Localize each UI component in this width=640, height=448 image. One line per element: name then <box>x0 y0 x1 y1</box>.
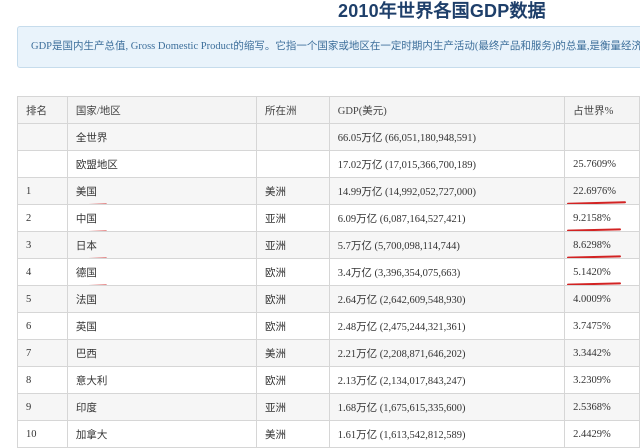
page-title: 2010年世界各国GDP数据 <box>338 1 546 21</box>
gdp-cell: 2.13万亿 (2,134,017,843,247) <box>328 366 566 394</box>
red-underline-mark: 8.6298% <box>573 239 611 251</box>
red-underline-mark: 9.2158% <box>573 212 611 224</box>
rank-cell: 10 <box>17 420 68 448</box>
rank-cell: 2 <box>17 204 68 232</box>
share-cell: 22.6976% <box>564 177 640 205</box>
continent-cell <box>255 123 330 151</box>
table-row: 全世界 66.05万亿 (66,051,180,948,591) <box>17 123 640 151</box>
share-cell: 8.6298% <box>564 231 640 259</box>
info-box: GDP是国内生产总值, Gross Domestic Product的缩写。它指… <box>17 26 640 68</box>
continent-cell: 美洲 <box>255 177 330 205</box>
red-underline-mark: 22.6976% <box>573 185 617 197</box>
table-row: 5 法国 欧洲 2.64万亿 (2,642,609,548,930) 4.0009% <box>17 285 640 313</box>
continent-cell: 欧洲 <box>255 258 330 286</box>
table-row: 9 印度 亚洲 1.68万亿 (1,675,615,335,600) 2.5368% <box>17 393 640 421</box>
red-underline-mark: 中国 <box>76 211 97 226</box>
continent-cell: 美洲 <box>255 339 330 367</box>
info-text: GDP是国内生产总值, Gross Domestic Product的缩写。它指… <box>31 41 640 52</box>
red-underline-mark: 5.1420% <box>573 266 611 278</box>
share-cell: 2.4429% <box>564 420 640 448</box>
continent-cell: 亚洲 <box>255 204 330 232</box>
share-cell: 3.7475% <box>564 312 640 340</box>
red-underline-mark: 德国 <box>76 265 97 280</box>
rank-cell: 4 <box>17 258 68 286</box>
gdp-cell: 17.02万亿 (17,015,366,700,189) <box>328 150 566 178</box>
continent-cell: 欧洲 <box>255 312 330 340</box>
share-cell <box>564 123 640 151</box>
header-rank: 排名 <box>17 96 68 124</box>
rank-cell: 3 <box>17 231 68 259</box>
table-row: 1 美国 美洲 14.99万亿 (14,992,052,727,000) 22.6976… <box>17 177 640 205</box>
rank-cell: 5 <box>17 285 68 313</box>
table-row: 欧盟地区 17.02万亿 (17,015,366,700,189) 25.7609% <box>17 150 640 178</box>
table-row: 3 日本 亚洲 5.7万亿 (5,700,098,114,744) 8.6298% <box>17 231 640 259</box>
red-underline-mark: 日本 <box>76 238 97 253</box>
country-cell: 中国 <box>66 204 257 232</box>
gdp-cell: 2.48万亿 (2,475,244,321,361) <box>328 312 566 340</box>
gdp-cell: 1.68万亿 (1,675,615,335,600) <box>328 393 566 421</box>
rank-cell: 9 <box>17 393 68 421</box>
continent-cell: 美洲 <box>255 420 330 448</box>
table-row: 6 英国 欧洲 2.48万亿 (2,475,244,321,361) 3.7475% <box>17 312 640 340</box>
gdp-cell: 1.61万亿 (1,613,542,812,589) <box>328 420 566 448</box>
rank-cell: 6 <box>17 312 68 340</box>
table-body: 全世界 66.05万亿 (66,051,180,948,591) 欧盟地区 17.02… <box>17 123 640 448</box>
country-cell: 美国 <box>66 177 257 205</box>
header-country: 国家/地区 <box>66 96 257 124</box>
country-cell: 加拿大 <box>66 420 257 448</box>
continent-cell: 亚洲 <box>255 231 330 259</box>
continent-cell: 亚洲 <box>255 393 330 421</box>
gdp-cell: 2.21万亿 (2,208,871,646,202) <box>328 339 566 367</box>
share-cell: 9.2158% <box>564 204 640 232</box>
continent-cell <box>255 150 330 178</box>
continent-cell: 欧洲 <box>255 285 330 313</box>
country-cell: 巴西 <box>66 339 257 367</box>
gdp-cell: 3.4万亿 (3,396,354,075,663) <box>328 258 566 286</box>
country-cell: 全世界 <box>66 123 257 151</box>
gdp-cell: 66.05万亿 (66,051,180,948,591) <box>328 123 566 151</box>
country-cell: 法国 <box>66 285 257 313</box>
table-row: 8 意大利 欧洲 2.13万亿 (2,134,017,843,247) 3.2309% <box>17 366 640 394</box>
country-cell: 印度 <box>66 393 257 421</box>
share-cell: 25.7609% <box>564 150 640 178</box>
gdp-cell: 14.99万亿 (14,992,052,727,000) <box>328 177 566 205</box>
gdp-cell: 6.09万亿 (6,087,164,527,421) <box>328 204 566 232</box>
rank-cell: 7 <box>17 339 68 367</box>
share-cell: 2.5368% <box>564 393 640 421</box>
country-cell: 意大利 <box>66 366 257 394</box>
continent-cell: 欧洲 <box>255 366 330 394</box>
table-row: 7 巴西 美洲 2.21万亿 (2,208,871,646,202) 3.3442% <box>17 339 640 367</box>
table-header-row: 排名 国家/地区 所在洲 GDP(美元) 占世界% <box>17 96 640 124</box>
table-row: 10 加拿大 美洲 1.61万亿 (1,613,542,812,589) 2.4429% <box>17 420 640 448</box>
rank-cell <box>17 123 68 151</box>
gdp-table: 排名 国家/地区 所在洲 GDP(美元) 占世界% 全世界 66.05万亿 (66… <box>17 96 640 448</box>
rank-cell: 8 <box>17 366 68 394</box>
header-gdp: GDP(美元) <box>328 96 566 124</box>
red-underline-mark: 美国 <box>76 184 97 199</box>
header-continent: 所在洲 <box>255 96 330 124</box>
country-cell: 德国 <box>66 258 257 286</box>
table-row: 2 中国 亚洲 6.09万亿 (6,087,164,527,421) 9.2158% <box>17 204 640 232</box>
share-cell: 4.0009% <box>564 285 640 313</box>
share-cell: 3.3442% <box>564 339 640 367</box>
gdp-cell: 2.64万亿 (2,642,609,548,930) <box>328 285 566 313</box>
country-cell: 日本 <box>66 231 257 259</box>
table-row: 4 德国 欧洲 3.4万亿 (3,396,354,075,663) 5.1420% <box>17 258 640 286</box>
header-share: 占世界% <box>564 96 640 124</box>
rank-cell <box>17 150 68 178</box>
country-cell: 欧盟地区 <box>66 150 257 178</box>
country-cell: 英国 <box>66 312 257 340</box>
share-cell: 3.2309% <box>564 366 640 394</box>
gdp-cell: 5.7万亿 (5,700,098,114,744) <box>328 231 566 259</box>
share-cell: 5.1420% <box>564 258 640 286</box>
rank-cell: 1 <box>17 177 68 205</box>
